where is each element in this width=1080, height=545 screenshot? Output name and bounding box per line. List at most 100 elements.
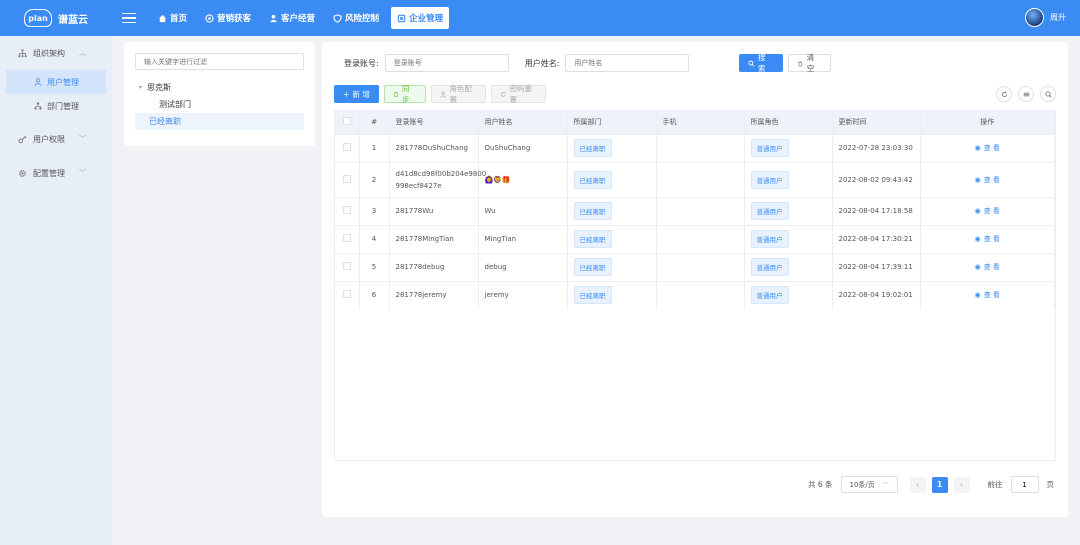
sidebar-group-label: 配置管理 [33,168,65,178]
cell-index: 5 [359,252,390,281]
goto-page-input[interactable] [1010,476,1039,493]
row-select-cell [335,252,360,281]
nav-item-label: 客户经营 [281,14,316,24]
toggle-search-button[interactable] [1040,86,1056,102]
clear-button-label: 清 空 [806,53,815,73]
cell-phone [656,280,745,309]
refresh-icon [1001,91,1007,97]
row-checkbox[interactable] [342,206,351,214]
prev-page-button[interactable]: ‹ [909,476,926,493]
cell-phone [656,161,745,197]
tree-node-resigned[interactable]: 已经离职 [135,113,304,130]
cell-role: 普通用户 [744,224,833,253]
header-phone: 手机 [656,111,745,134]
view-button-label: 查 看 [983,175,1000,184]
row-checkbox[interactable] [342,262,351,270]
account-filter-input[interactable] [384,54,509,72]
dept-icon [34,102,42,110]
cell-account: d41d8cd98f00b204e9800 998ecf8427e [389,161,486,197]
tree-node-test-dept[interactable]: 测试部门 [135,96,304,113]
sidebar-item-user-management[interactable]: 用户管理 [6,70,106,94]
chevron-down-icon: ﹀ [882,482,889,489]
view-button[interactable]: ◉ 查 看 [975,206,1000,216]
search-button-label: 搜 索 [758,53,766,73]
table-header-row: # 登录账号 用户姓名 所属部门 手机 所属角色 更新时间 操作 [335,111,1055,134]
cell-role: 普通用户 [744,161,833,197]
cell-index: 1 [359,133,390,162]
nav-item-home[interactable]: 首页 [152,7,193,29]
chevron-left-icon: ‹ [915,480,920,489]
refresh-table-button[interactable] [996,86,1012,102]
sliders-icon [1023,92,1029,96]
role-config-button[interactable]: 角色配置 [431,84,486,104]
user-menu[interactable]: 周升 [1025,8,1066,27]
reset-password-button[interactable]: 密码重置 [491,84,546,104]
cell-name: MingTian [478,224,568,253]
page-size-select[interactable]: 10条/页 ﹀ [840,476,898,493]
filter-bar: 登录账号: 用户姓名: 搜 索 清 空 [344,53,832,73]
nav-item-enterprise[interactable]: 企业管理 [391,7,450,29]
cell-ops: ◉ 查 看 [920,252,1055,281]
cell-updated: 2022-07-28 23:03:30 [832,133,921,162]
tree-node-root[interactable]: ▾ 思克斯 [135,79,304,96]
row-checkbox[interactable] [342,174,351,183]
view-button[interactable]: ◉ 查 看 [975,175,1000,185]
nav-item-customers[interactable]: 客户经营 [263,7,321,29]
user-icon [34,78,42,86]
select-all-cell [335,111,360,134]
sidebar-item-dept-management[interactable]: 部门管理 [6,94,106,118]
chevron-right-icon: › [959,480,964,489]
users-icon [269,14,278,22]
column-settings-button[interactable] [1018,86,1034,102]
sidebar-group-permissions[interactable]: 用户权限 ﹀ [0,122,112,156]
nav-item-risk[interactable]: 风险控制 [327,7,385,29]
role-tag: 普通用户 [750,230,789,248]
logo-mark: plan [24,9,52,27]
row-checkbox[interactable] [342,290,351,299]
gear-icon [19,169,26,177]
view-button-label: 查 看 [983,144,1000,152]
pagination: 共 6 条 10条/页 ﹀ ‹ 1 › 前往 页 [808,476,1054,493]
clear-button[interactable]: 清 空 [788,53,832,73]
cell-phone [656,133,745,162]
row-select-cell [335,224,360,253]
cell-account: 281778OuShuChang [389,133,479,162]
view-button[interactable]: ◉ 查 看 [975,262,1000,272]
app-logo[interactable]: plan 谱蓝云 [0,9,112,27]
sidebar-group-org[interactable]: 组织架构 ︿ [0,36,112,70]
sidebar-group-label: 用户权限 [33,134,65,144]
add-button[interactable]: + 新 增 [334,85,379,103]
row-checkbox[interactable] [342,234,351,242]
building-icon [397,14,406,22]
nav-item-label: 首页 [170,14,188,24]
view-button[interactable]: ◉ 查 看 [975,143,1000,153]
tree-filter-input[interactable] [135,53,304,70]
page-number-button[interactable]: 1 [931,476,948,493]
sync-button[interactable]: 同 步 [384,84,426,104]
cell-role: 普通用户 [744,252,833,281]
cell-phone [656,224,745,253]
row-checkbox[interactable] [342,143,351,151]
next-page-button[interactable]: › [953,476,970,493]
cell-updated: 2022-08-04 17:39:11 [832,252,921,281]
cell-account: 281778Wu [389,196,479,225]
view-button[interactable]: ◉ 查 看 [975,234,1000,244]
header-dept: 所属部门 [567,111,657,134]
menu-toggle-icon[interactable] [122,12,136,24]
sync-button-label: 同 步 [402,84,410,104]
department-tree-panel: ▾ 思克斯 测试部门 已经离职 [124,42,315,146]
sync-icon [393,91,399,97]
select-all-checkbox[interactable] [342,117,351,126]
chevron-down-icon: ﹀ [79,135,86,143]
cell-ops: ◉ 查 看 [920,224,1055,253]
table-row: 1 281778OuShuChang OuShuChang 已经离职 普通用户 … [335,133,1055,162]
search-button[interactable]: 搜 索 [739,53,784,73]
cell-name: 🙆‍♀️🦁🎁 [478,161,568,197]
nav-item-marketing[interactable]: 营销获客 [199,7,257,29]
caret-down-icon: ▾ [139,84,143,91]
view-button[interactable]: ◉ 查 看 [975,290,1000,300]
eye-icon: ◉ [974,263,981,271]
name-filter-input[interactable] [565,54,690,72]
sidebar-group-config[interactable]: 配置管理 ﹀ [0,156,112,190]
role-tag: 普通用户 [750,202,789,220]
